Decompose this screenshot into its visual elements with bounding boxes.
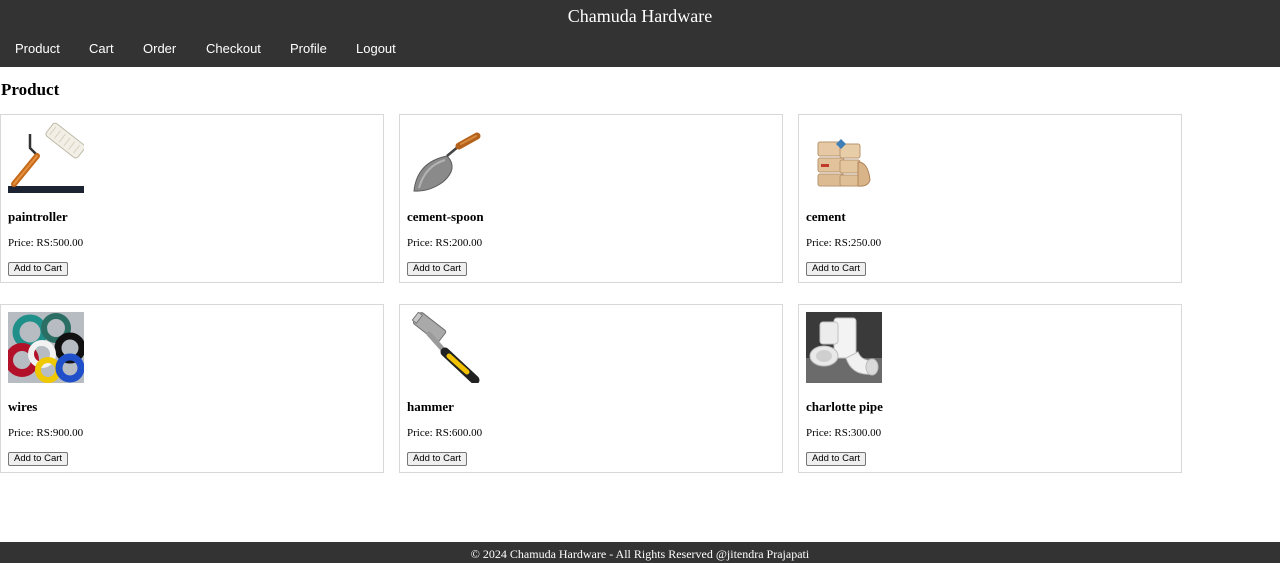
cement-bags-icon: [806, 122, 882, 193]
product-name: wires: [8, 399, 38, 414]
product-name: cement-spoon: [407, 209, 484, 224]
site-header: Chamuda Hardware Product Cart Order Chec…: [0, 0, 1280, 67]
site-footer: © 2024 Chamuda Hardware - All Rights Res…: [0, 542, 1280, 563]
hammer-icon: [407, 312, 483, 383]
product-price: Price: RS:300.00: [806, 427, 882, 439]
product-card: charlotte pipe Price: RS:300.00 Add to C…: [798, 304, 1182, 473]
product-card: wires Price: RS:900.00 Add to Cart: [0, 304, 384, 473]
product-name: hammer: [407, 399, 454, 414]
product-price: Price: RS:200.00: [407, 237, 483, 249]
site-title: Chamuda Hardware: [567, 6, 713, 26]
product-price: Price: RS:900.00: [8, 427, 84, 439]
product-price: Price: RS:250.00: [806, 237, 882, 249]
product-name: cement: [806, 209, 846, 224]
footer-text: © 2024 Chamuda Hardware - All Rights Res…: [470, 547, 810, 561]
add-to-cart-button[interactable]: Add to Cart: [8, 452, 69, 466]
pipe-fittings-icon: [806, 312, 882, 383]
add-to-cart-button[interactable]: Add to Cart: [407, 262, 468, 276]
trowel-icon: [407, 122, 483, 193]
nav-link-order[interactable]: Order: [143, 41, 176, 56]
add-to-cart-button[interactable]: Add to Cart: [806, 262, 867, 276]
nav-link-checkout[interactable]: Checkout: [206, 41, 261, 56]
product-card: paintroller Price: RS:500.00 Add to Cart: [0, 114, 384, 283]
product-name: charlotte pipe: [806, 399, 883, 414]
add-to-cart-button[interactable]: Add to Cart: [407, 452, 468, 466]
add-to-cart-button[interactable]: Add to Cart: [8, 262, 69, 276]
product-card: cement-spoon Price: RS:200.00 Add to Car…: [399, 114, 783, 283]
product-card: hammer Price: RS:600.00 Add to Cart: [399, 304, 783, 473]
add-to-cart-button[interactable]: Add to Cart: [806, 452, 867, 466]
nav-link-product[interactable]: Product: [15, 41, 60, 56]
nav-link-cart[interactable]: Cart: [89, 41, 114, 56]
wire-coils-icon: [8, 312, 84, 383]
product-price: Price: RS:500.00: [8, 237, 84, 249]
product-card: cement Price: RS:250.00 Add to Cart: [798, 114, 1182, 283]
nav-link-profile[interactable]: Profile: [290, 41, 327, 56]
page-title: Product: [1, 80, 60, 99]
product-price: Price: RS:600.00: [407, 427, 483, 439]
nav-link-logout[interactable]: Logout: [356, 41, 396, 56]
product-name: paintroller: [8, 209, 68, 224]
paint-roller-icon: [8, 122, 84, 193]
